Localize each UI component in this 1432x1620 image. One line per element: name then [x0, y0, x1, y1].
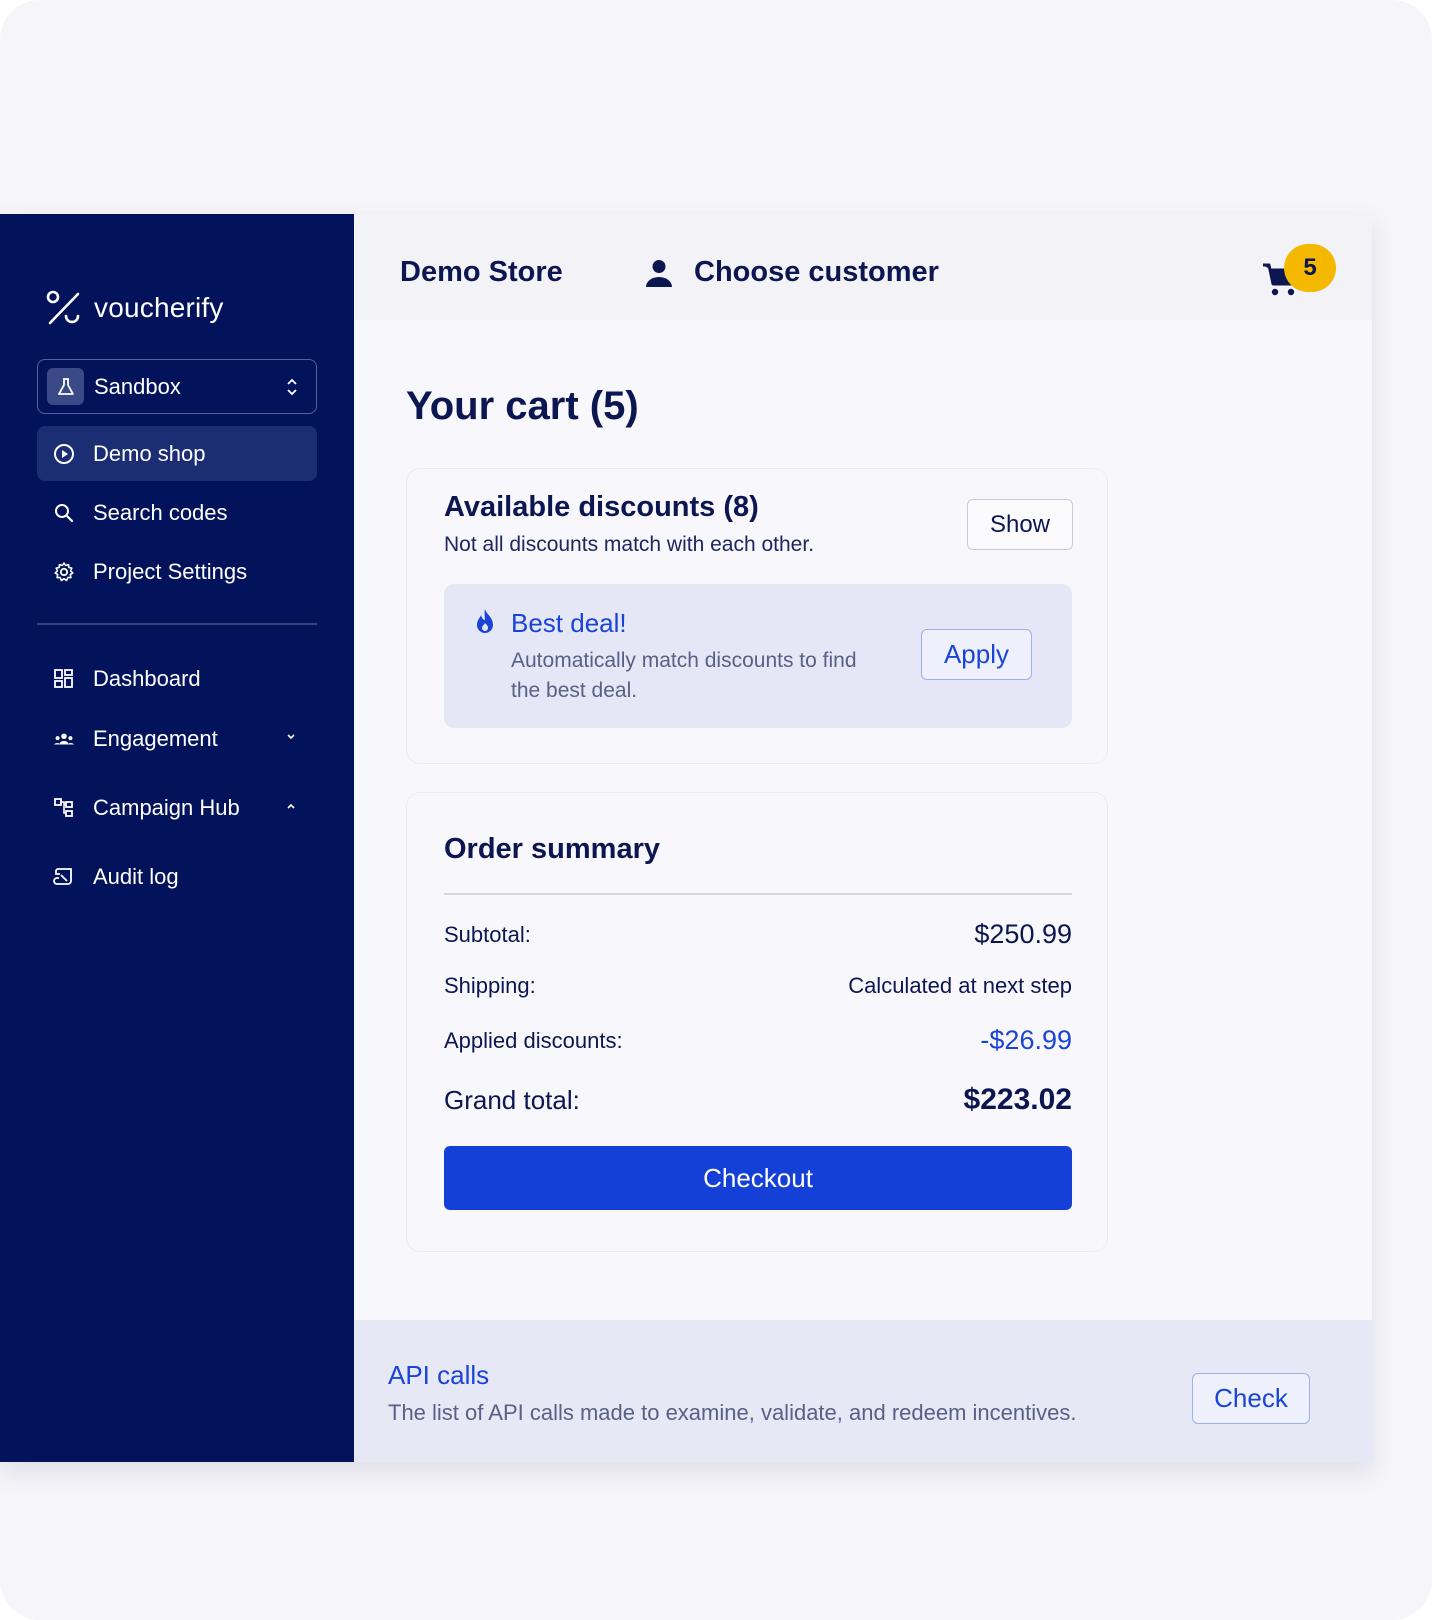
sidebar-item-demo-shop[interactable]: Demo shop	[37, 426, 317, 481]
group-icon	[53, 728, 75, 750]
sidebar-item-label: Audit log	[93, 863, 179, 889]
hierarchy-icon	[53, 797, 75, 819]
chevron-updown-icon	[287, 378, 297, 396]
applied-discounts-row: Applied discounts: -$26.99	[444, 1025, 1072, 1056]
sidebar-item-label: Search codes	[93, 499, 228, 525]
sidebar-item-label: Demo shop	[93, 440, 206, 466]
flask-icon	[47, 368, 84, 405]
scroll-icon	[53, 866, 75, 888]
dashboard-grid-icon	[53, 668, 75, 690]
sidebar-item-label: Project Settings	[93, 558, 248, 584]
shipping-row: Shipping: Calculated at next step	[444, 973, 1072, 999]
topbar: Demo Store Choose customer 5	[354, 214, 1372, 320]
apply-best-deal-button[interactable]: Apply	[921, 629, 1032, 680]
best-deal-title: Best deal!	[511, 608, 627, 638]
order-summary-card: Order summary Subtotal: $250.99 Shipping…	[406, 792, 1108, 1252]
sidebar-item-campaign-hub[interactable]: Campaign Hub	[37, 780, 317, 835]
cart-button[interactable]: 5	[1260, 244, 1340, 304]
sidebar-item-label: Dashboard	[93, 665, 201, 691]
shipping-value: Calculated at next step	[848, 973, 1072, 998]
sidebar-divider	[37, 623, 317, 625]
best-deal-description: Automatically match discounts to find th…	[511, 649, 857, 702]
discounts-subtitle: Not all discounts match with each other.	[444, 533, 815, 556]
sidebar-item-search-codes[interactable]: Search codes	[37, 485, 317, 540]
page-title: Your cart (5)	[406, 384, 639, 428]
check-api-calls-button[interactable]: Check	[1192, 1373, 1310, 1424]
chevron-down-icon	[287, 734, 295, 740]
voucherify-logo-icon	[46, 290, 80, 325]
main-content: Demo Store Choose customer 5 Your cart (…	[354, 214, 1372, 1462]
environment-select[interactable]: Sandbox	[37, 359, 317, 414]
search-icon	[53, 502, 75, 524]
order-summary-title: Order summary	[444, 833, 660, 865]
sidebar-item-engagement[interactable]: Engagement	[37, 711, 317, 766]
available-discounts-card: Available discounts (8) Not all discount…	[406, 468, 1108, 764]
discounts-title: Available discounts (8)	[444, 491, 759, 523]
shipping-label: Shipping:	[444, 973, 536, 998]
applied-discounts-value: -$26.99	[980, 1025, 1072, 1055]
grand-total-row: Grand total: $223.02	[444, 1083, 1072, 1117]
grand-total-value: $223.02	[963, 1083, 1072, 1116]
app-window: voucherify Sandbox Demo shop Search code…	[0, 214, 1372, 1462]
store-name: Demo Store	[400, 256, 563, 288]
sidebar-item-dashboard[interactable]: Dashboard	[37, 651, 317, 706]
logo[interactable]: voucherify	[46, 290, 224, 326]
api-calls-description: The list of API calls made to examine, v…	[388, 1400, 1077, 1425]
api-calls-panel: API calls The list of API calls made to …	[354, 1320, 1372, 1462]
show-discounts-button[interactable]: Show	[967, 499, 1073, 550]
play-circle-icon	[53, 443, 75, 465]
chevron-up-icon	[287, 803, 295, 809]
sidebar: voucherify Sandbox Demo shop Search code…	[0, 214, 354, 1462]
logo-text: voucherify	[94, 292, 224, 323]
user-icon	[646, 259, 672, 287]
environment-label: Sandbox	[94, 373, 181, 399]
api-calls-title[interactable]: API calls	[388, 1360, 489, 1391]
sidebar-item-project-settings[interactable]: Project Settings	[37, 544, 317, 599]
flame-icon	[477, 609, 493, 633]
sidebar-item-audit-log[interactable]: Audit log	[37, 849, 317, 904]
grand-total-label: Grand total:	[444, 1084, 580, 1115]
subtotal-value: $250.99	[974, 919, 1072, 949]
summary-divider	[444, 893, 1072, 895]
applied-discounts-label: Applied discounts:	[444, 1027, 623, 1053]
choose-customer-button[interactable]: Choose customer	[644, 256, 939, 289]
sidebar-item-label: Engagement	[93, 725, 218, 751]
gear-icon	[53, 561, 75, 583]
subtotal-label: Subtotal:	[444, 921, 531, 947]
choose-customer-label: Choose customer	[694, 256, 939, 288]
checkout-button[interactable]: Checkout	[444, 1146, 1072, 1210]
sidebar-item-label: Campaign Hub	[93, 794, 240, 820]
cart-count-badge: 5	[1284, 244, 1336, 292]
best-deal-banner: Best deal! Automatically match discounts…	[444, 584, 1072, 728]
subtotal-row: Subtotal: $250.99	[444, 919, 1072, 950]
